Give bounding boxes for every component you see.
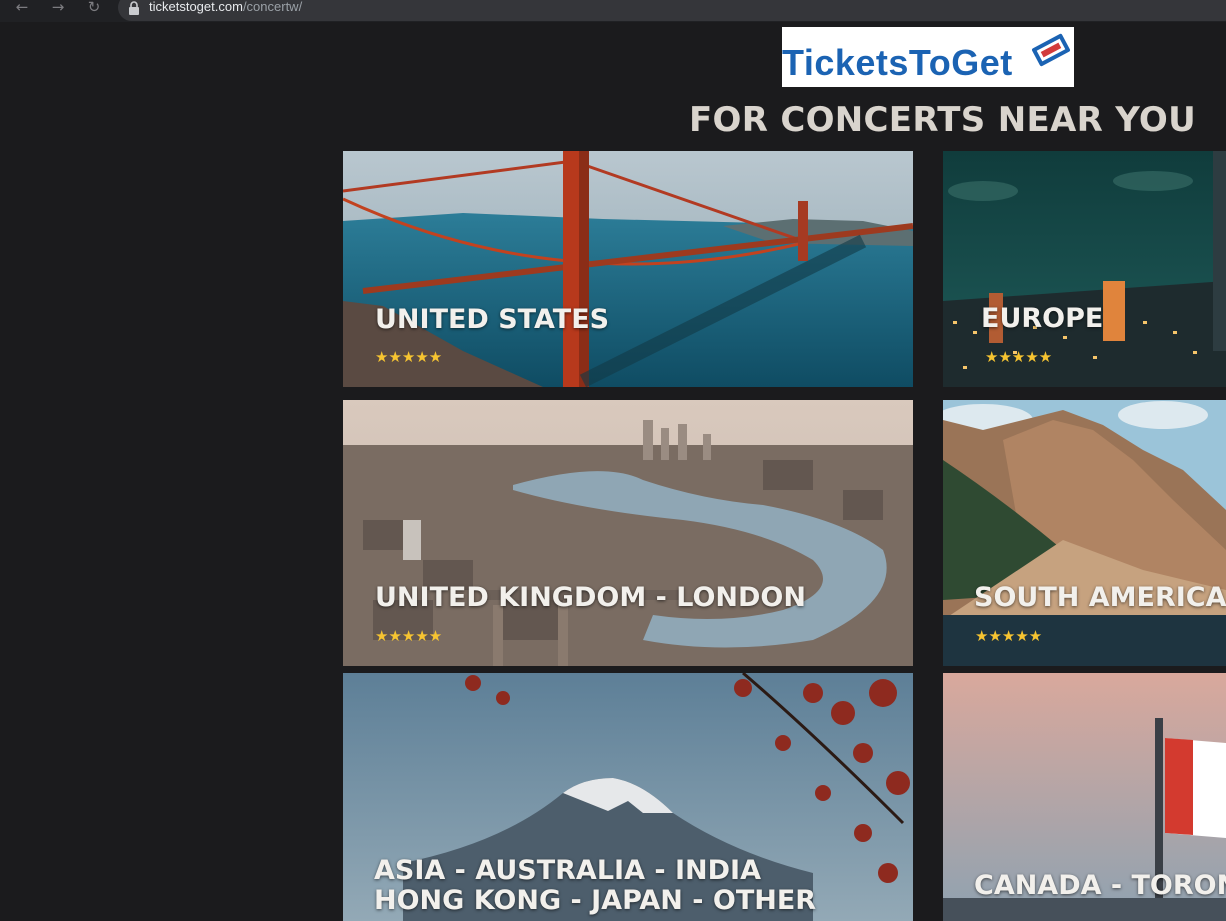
rating-stars: ★★★★★ <box>375 627 443 645</box>
url-host: ticketstoget.com <box>149 0 243 14</box>
logo-text: TicketsToGet <box>782 42 1013 83</box>
card-united-kingdom[interactable]: UNITED KINGDOM - LONDON ★★★★★ <box>343 400 913 666</box>
card-title: CANADA - TORON <box>974 870 1226 901</box>
card-united-states[interactable]: UNITED STATES ★★★★★ <box>343 151 913 387</box>
card-canada[interactable]: CANADA - TORON <box>943 673 1226 921</box>
rating-stars: ★★★★★ <box>375 348 443 366</box>
lock-icon <box>129 1 139 15</box>
card-south-america[interactable]: SOUTH AMERICA ★★★★★ <box>943 400 1226 666</box>
card-title-line-2: HONG KONG - JAPAN - OTHER <box>374 885 817 916</box>
forward-icon[interactable]: → <box>48 0 68 16</box>
ticket-icon <box>1032 33 1070 67</box>
url-text[interactable]: ticketstoget.com/concertw/ <box>149 0 302 14</box>
rating-stars: ★★★★★ <box>985 348 1053 366</box>
page-heading: FOR CONCERTS NEAR YOU <box>689 100 1197 140</box>
browser-toolbar: ← → ↻ ticketstoget.com/concertw/ <box>0 0 1226 22</box>
card-title: UNITED STATES <box>375 304 610 335</box>
back-icon[interactable]: ← <box>12 0 32 16</box>
card-title: UNITED KINGDOM - LONDON <box>375 582 806 613</box>
card-title: EUROPE <box>981 303 1104 334</box>
url-path: /concertw/ <box>242 0 303 14</box>
card-asia-australia[interactable]: ASIA - AUSTRALIA - INDIA HONG KONG - JAP… <box>343 673 913 921</box>
rating-stars: ★★★★★ <box>975 627 1043 645</box>
card-europe[interactable]: EUROPE ★★★★★ <box>943 151 1226 387</box>
card-title: SOUTH AMERICA <box>974 582 1226 613</box>
reload-icon[interactable]: ↻ <box>84 0 104 16</box>
site-logo[interactable]: TicketsToGet <box>782 27 1074 87</box>
card-title-line-1: ASIA - AUSTRALIA - INDIA <box>374 855 761 886</box>
